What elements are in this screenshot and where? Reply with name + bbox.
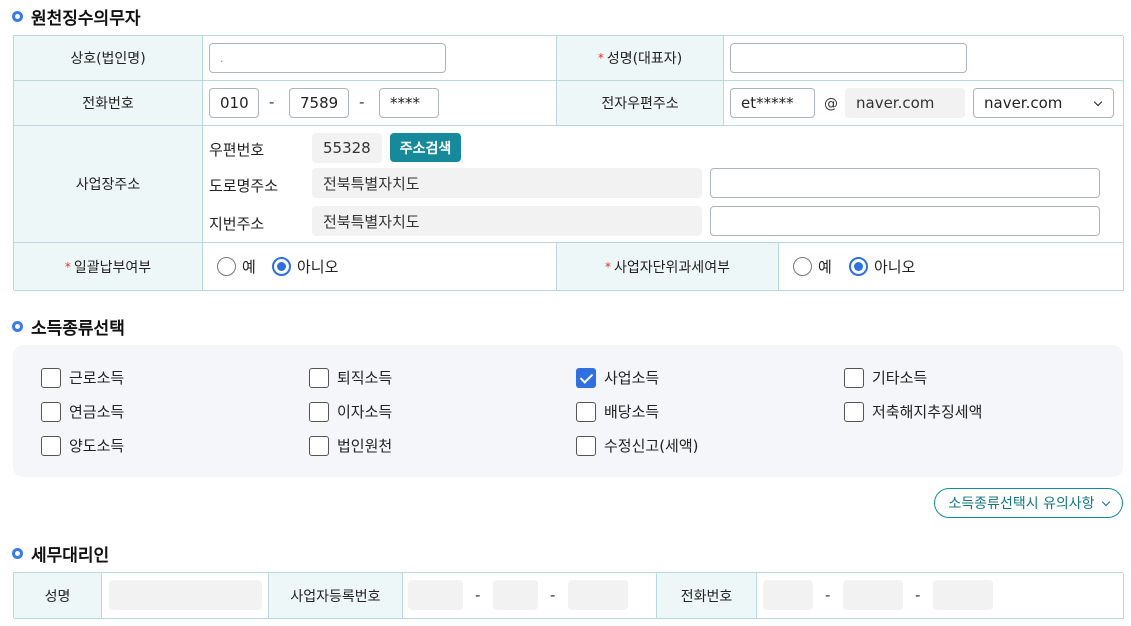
agent-phone-dash: - bbox=[915, 586, 921, 604]
income-checkbox[interactable]: 근로소득 bbox=[41, 367, 124, 388]
agent-biz1-input[interactable] bbox=[408, 580, 463, 610]
agent-biz-label: 사업자등록번호 bbox=[269, 573, 403, 619]
radio-on-icon bbox=[849, 257, 868, 276]
unit-label: * 사업자단위과세여부 bbox=[557, 243, 779, 291]
income-notice-button[interactable]: 소득종류선택시 유의사항 bbox=[934, 488, 1123, 518]
income-checkbox[interactable]: 연금소득 bbox=[41, 401, 124, 422]
bullet-icon bbox=[12, 321, 23, 332]
agent-biz2-input[interactable] bbox=[493, 580, 538, 610]
section-title-text: 소득종류선택 bbox=[31, 319, 125, 339]
unit-no-radio[interactable]: 아니오 bbox=[849, 256, 915, 277]
lot-label: 지번주소 bbox=[209, 215, 265, 233]
lot-detail-input[interactable] bbox=[710, 206, 1100, 236]
radio-off-icon bbox=[217, 257, 236, 276]
checkbox-icon bbox=[576, 401, 596, 422]
checkbox-icon bbox=[576, 435, 596, 456]
lump-no-radio[interactable]: 아니오 bbox=[272, 256, 338, 277]
phone-dash: - bbox=[359, 93, 365, 111]
lump-label: * 일괄납부여부 bbox=[14, 243, 203, 291]
income-checkbox[interactable]: 수정신고(세액) bbox=[576, 435, 699, 456]
agent-phone2-input[interactable] bbox=[843, 580, 903, 610]
income-checkbox[interactable]: 법인원천 bbox=[309, 435, 392, 456]
income-checkbox[interactable]: 퇴직소득 bbox=[309, 367, 392, 388]
email-domain-input[interactable]: naver.com bbox=[845, 88, 965, 118]
lot-address-input[interactable]: 전북특별자치도 bbox=[312, 206, 702, 236]
company-label: 상호(법인명) bbox=[14, 36, 203, 81]
section-title-income: 소득종류선택 bbox=[12, 314, 125, 339]
checkbox-icon bbox=[309, 435, 329, 456]
address-label: 사업장주소 bbox=[14, 126, 203, 243]
agent-phone1-input[interactable] bbox=[763, 580, 813, 610]
income-checkbox[interactable]: 기타소득 bbox=[844, 367, 927, 388]
radio-on-icon bbox=[272, 257, 291, 276]
road-detail-input[interactable] bbox=[710, 168, 1100, 198]
lump-yes-radio[interactable]: 예 bbox=[217, 256, 256, 277]
rep-label: * 성명(대표자) bbox=[557, 36, 724, 81]
income-checkbox[interactable]: 이자소득 bbox=[309, 401, 392, 422]
phone1-input[interactable]: 010 bbox=[209, 88, 259, 118]
road-label: 도로명주소 bbox=[209, 177, 279, 195]
company-input[interactable]: . bbox=[209, 43, 446, 73]
section-title-agent: 세무대리인 bbox=[12, 541, 109, 566]
checkbox-icon bbox=[844, 367, 864, 388]
email-domain-select[interactable]: naver.com bbox=[973, 88, 1114, 118]
agent-phone-dash: - bbox=[825, 586, 831, 604]
checkbox-icon bbox=[41, 401, 61, 422]
bullet-icon bbox=[12, 11, 23, 22]
phone-dash: - bbox=[269, 93, 275, 111]
agent-name-label: 성명 bbox=[14, 573, 102, 619]
email-label: 전자우편주소 bbox=[557, 81, 724, 126]
radio-off-icon bbox=[793, 257, 812, 276]
zip-input[interactable]: 55328 bbox=[312, 133, 382, 163]
unit-yes-radio[interactable]: 예 bbox=[793, 256, 832, 277]
chevron-down-icon bbox=[1101, 497, 1110, 506]
zip-label: 우편번호 bbox=[209, 141, 265, 159]
checkbox-checked-icon bbox=[576, 367, 596, 388]
withholding-table: 상호(법인명) * 성명(대표자) 전화번호 전자우편주소 사업장주소 * 일괄납부… bbox=[13, 35, 1124, 291]
phone-label: 전화번호 bbox=[14, 81, 203, 126]
biz-dash: - bbox=[550, 586, 556, 604]
income-checkbox[interactable]: 양도소득 bbox=[41, 435, 124, 456]
income-checkbox[interactable]: 저축해지추징세액 bbox=[844, 401, 982, 422]
lump-cell bbox=[203, 243, 557, 291]
biz-dash: - bbox=[475, 586, 481, 604]
income-checkbox[interactable]: 배당소득 bbox=[576, 401, 659, 422]
rep-input[interactable] bbox=[730, 43, 967, 73]
checkbox-icon bbox=[41, 367, 61, 388]
email-id-input[interactable]: et***** bbox=[730, 88, 815, 118]
phone2-input[interactable]: 7589 bbox=[289, 88, 349, 118]
agent-biz3-input[interactable] bbox=[568, 580, 628, 610]
chevron-down-icon bbox=[1093, 97, 1103, 106]
at-sign: @ bbox=[824, 96, 838, 112]
section-title-text: 원천징수의무자 bbox=[31, 9, 141, 29]
checkbox-icon bbox=[41, 435, 61, 456]
checkbox-icon bbox=[844, 401, 864, 422]
road-address-input[interactable]: 전북특별자치도 bbox=[312, 168, 702, 198]
section-title-text: 세무대리인 bbox=[31, 546, 110, 566]
bullet-icon bbox=[12, 548, 23, 559]
agent-phone3-input[interactable] bbox=[933, 580, 993, 610]
address-search-button[interactable]: 주소검색 bbox=[390, 133, 461, 162]
income-checkbox[interactable]: 사업소득 bbox=[576, 367, 659, 388]
checkbox-icon bbox=[309, 401, 329, 422]
agent-phone-label: 전화번호 bbox=[657, 573, 757, 619]
agent-name-input[interactable] bbox=[109, 580, 262, 610]
checkbox-icon bbox=[309, 367, 329, 388]
phone3-input[interactable]: **** bbox=[379, 88, 439, 118]
section-title-withholding: 원천징수의무자 bbox=[12, 4, 140, 29]
